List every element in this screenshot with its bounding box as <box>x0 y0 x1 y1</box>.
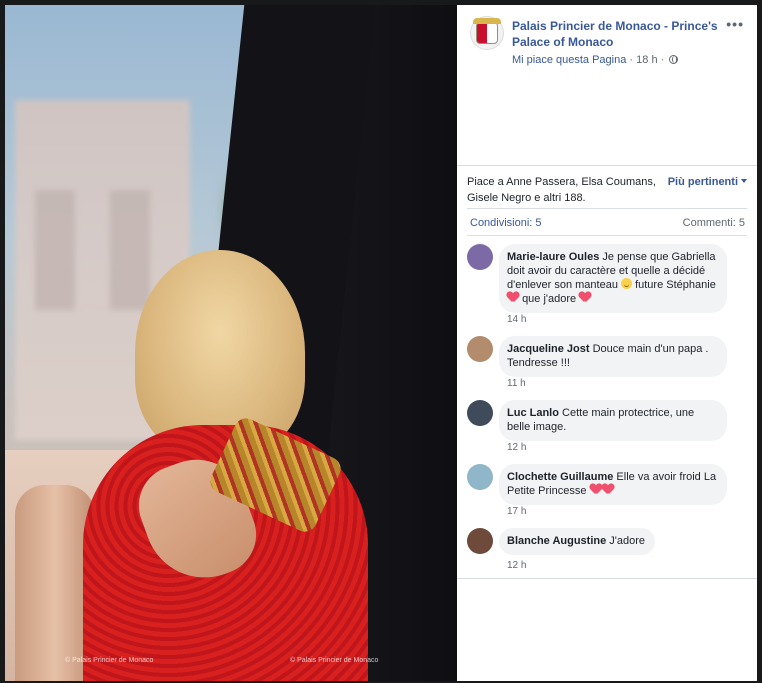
comment-author[interactable]: Clochette Guillaume <box>507 471 613 483</box>
comment-timestamp[interactable]: 12 h <box>507 442 526 453</box>
comment-text: future Stéphanie <box>635 279 716 291</box>
comment-bubble: Clochette Guillaume Elle va avoir froid … <box>499 464 727 505</box>
monaco-crest-icon <box>473 18 501 44</box>
heart-emoji-icon <box>602 484 614 495</box>
post-side-panel: Palais Princier de Monaco - Prince's Pal… <box>457 5 757 681</box>
comment-author[interactable]: Jacqueline Jost <box>507 343 590 355</box>
comment-author[interactable]: Blanche Augustine <box>507 535 606 547</box>
avatar[interactable] <box>467 528 493 554</box>
post-viewer: © Palais Princier de Monaco © Palais Pri… <box>0 0 762 683</box>
post-header: Palais Princier de Monaco - Prince's Pal… <box>457 5 757 165</box>
comment-text: que j'adore <box>522 293 577 305</box>
comment-timestamp[interactable]: 11 h <box>507 378 526 389</box>
meta-separator: · <box>660 54 665 66</box>
divider <box>457 165 757 166</box>
comment-timestamp[interactable]: 12 h <box>507 560 526 571</box>
reactions-summary[interactable]: Piace a Anne Passera, Elsa Coumans, Gise… <box>467 174 657 206</box>
more-options-icon[interactable]: ••• <box>726 16 744 32</box>
comment-sort-dropdown[interactable]: Più pertinenti <box>668 176 747 188</box>
comment-timestamp[interactable]: 14 h <box>507 314 526 325</box>
heart-emoji-icon <box>579 292 591 303</box>
comment-author[interactable]: Luc Lanlo <box>507 407 559 419</box>
divider <box>467 208 747 209</box>
photo-watermark: © Palais Princier de Monaco <box>290 657 379 664</box>
divider <box>457 578 757 579</box>
comment-text: J'adore <box>609 535 646 547</box>
comment-bubble: Jacqueline Jost Douce main d'un papa . T… <box>499 336 727 377</box>
meta-separator: · <box>629 54 634 66</box>
heart-emoji-icon <box>507 292 519 303</box>
avatar[interactable] <box>467 336 493 362</box>
page-avatar[interactable] <box>470 16 504 50</box>
page-like-status[interactable]: Mi piace questa Pagina <box>512 54 626 66</box>
post-timestamp[interactable]: 18 h <box>636 54 657 66</box>
comment-author[interactable]: Marie-laure Oules <box>507 251 599 263</box>
comment-timestamp[interactable]: 17 h <box>507 506 526 517</box>
avatar[interactable] <box>467 244 493 270</box>
globe-icon <box>669 55 679 64</box>
comment-bubble: Marie-laure Oules Je pense que Gabriella… <box>499 244 727 313</box>
divider <box>467 235 747 236</box>
avatar[interactable] <box>467 400 493 426</box>
page-name-link[interactable]: Palais Princier de Monaco - Prince's Pal… <box>512 18 726 50</box>
smile-emoji-icon <box>621 278 633 289</box>
chevron-down-icon <box>741 179 747 183</box>
photo-watermark: © Palais Princier de Monaco <box>65 657 154 664</box>
comment-bubble: Luc Lanlo Cette main protectrice, une be… <box>499 400 727 441</box>
comments-count[interactable]: Commenti: 5 <box>683 217 745 229</box>
comment-sort-label: Più pertinenti <box>667 176 738 188</box>
post-photo[interactable]: © Palais Princier de Monaco © Palais Pri… <box>5 5 457 681</box>
post-meta: Mi piace questa Pagina · 18 h · <box>512 54 679 66</box>
heart-emoji-icon <box>590 484 602 495</box>
shares-count[interactable]: Condivisioni: 5 <box>470 217 542 229</box>
avatar[interactable] <box>467 464 493 490</box>
comment-bubble: Blanche Augustine J'adore <box>499 528 656 555</box>
